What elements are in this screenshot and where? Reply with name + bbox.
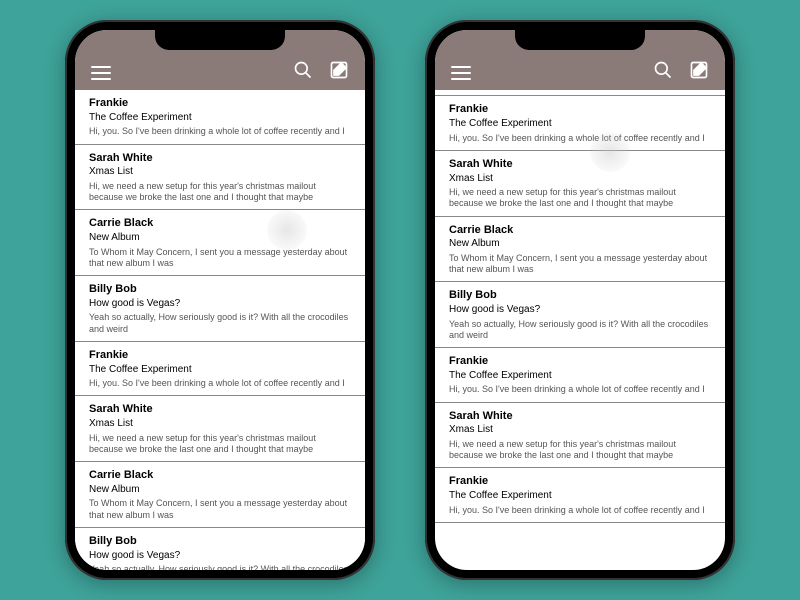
menu-icon[interactable]: [451, 66, 471, 80]
message-sender: Sarah White: [89, 403, 351, 417]
message-sender: Sarah White: [89, 152, 351, 166]
message-subject: The Coffee Experiment: [449, 118, 711, 131]
device-notch: [155, 28, 285, 50]
device-notch: [515, 28, 645, 50]
message-row[interactable]: FrankieThe Coffee ExperimentHi, you. So …: [75, 90, 365, 145]
message-row[interactable]: FrankieThe Coffee Experiment Hi, you. So …: [435, 96, 725, 151]
message-row[interactable]: FrankieThe Coffee ExperimentHi, you. So …: [75, 342, 365, 397]
message-sender: Billy Bob: [449, 289, 711, 303]
message-preview: Hi, you. So I've been drinking a whole l…: [449, 384, 711, 395]
compose-icon[interactable]: [689, 60, 709, 80]
message-sender: Billy Bob: [89, 283, 351, 297]
message-sender: Frankie: [449, 103, 711, 117]
message-row[interactable]: Sarah WhiteXmas List Hi, we need a new se…: [75, 396, 365, 462]
message-row[interactable]: Sarah WhiteXmas ListHi, we need a new se…: [435, 151, 725, 217]
message-row[interactable]: FrankieThe Coffee ExperimentHi, you. So …: [435, 348, 725, 403]
message-row[interactable]: Billy BobHow good is Vegas?Yeah so actua…: [75, 528, 365, 570]
search-icon[interactable]: [653, 60, 673, 80]
phone-right: How seriously good is it? With all the c…: [425, 20, 735, 580]
menu-icon[interactable]: [91, 66, 111, 80]
message-row[interactable]: Sarah WhiteXmas List Hi, we need a new se…: [435, 403, 725, 469]
message-row[interactable]: Billy BobHow good is Vegas? Yeah so actua…: [435, 282, 725, 348]
message-sender: Sarah White: [449, 410, 711, 424]
message-sender: Frankie: [89, 349, 351, 363]
message-sender: Sarah White: [449, 158, 711, 172]
message-preview: Hi, we need a new setup for this year's …: [89, 433, 351, 456]
message-subject: How good is Vegas?: [449, 304, 711, 317]
message-subject: How good is Vegas?: [89, 550, 351, 563]
message-sender: Frankie: [449, 475, 711, 489]
message-sender: Frankie: [89, 97, 351, 111]
message-row[interactable]: Carrie BlackNew Album To Whom it May Conc…: [435, 217, 725, 283]
message-preview: To Whom it May Concern, I sent you a mes…: [89, 247, 351, 270]
header-actions: [653, 60, 709, 80]
message-subject: Xmas List: [449, 173, 711, 186]
message-preview: Hi, you. So I've been drinking a whole l…: [89, 378, 351, 389]
message-preview: Yeah so actually, How seriously good is …: [449, 319, 711, 342]
message-preview: To Whom it May Concern, I sent you a mes…: [449, 253, 711, 276]
message-row[interactable]: Carrie BlackNew AlbumTo Whom it May Conc…: [75, 462, 365, 528]
message-subject: The Coffee Experiment: [449, 490, 711, 503]
message-subject: New Album: [449, 238, 711, 251]
message-preview: Hi, we need a new setup for this year's …: [449, 187, 711, 210]
message-preview: To Whom it May Concern, I sent you a mes…: [89, 498, 351, 521]
message-sender: Carrie Black: [89, 469, 351, 483]
message-preview: Hi, you. So I've been drinking a whole l…: [89, 126, 351, 137]
message-subject: New Album: [89, 484, 351, 497]
message-sender: Frankie: [449, 355, 711, 369]
message-row[interactable]: Carrie BlackNew Album To Whom it May Conc…: [75, 210, 365, 276]
message-subject: New Album: [89, 232, 351, 245]
message-preview: Hi, you. So I've been drinking a whole l…: [449, 505, 711, 516]
message-preview: Yeah so actually, How seriously good is …: [89, 564, 351, 570]
message-sender: Billy Bob: [89, 535, 351, 549]
message-sender: Carrie Black: [89, 217, 351, 231]
message-row[interactable]: Billy BobHow good is Vegas?Yeah so actua…: [75, 276, 365, 342]
message-list[interactable]: How seriously good is it? With all the c…: [435, 90, 725, 570]
phone-left: FrankieThe Coffee ExperimentHi, you. So …: [65, 20, 375, 580]
message-preview: Hi, you. So I've been drinking a whole l…: [449, 133, 711, 144]
message-subject: The Coffee Experiment: [89, 112, 351, 125]
message-subject: Xmas List: [89, 418, 351, 431]
message-preview: Hi, we need a new setup for this year's …: [89, 181, 351, 204]
search-icon[interactable]: [293, 60, 313, 80]
message-subject: The Coffee Experiment: [89, 364, 351, 377]
message-preview: Yeah so actually, How seriously good is …: [89, 312, 351, 335]
message-row[interactable]: Sarah WhiteXmas List Hi, we need a new se…: [75, 145, 365, 211]
screen-right: How seriously good is it? With all the c…: [435, 30, 725, 570]
header-actions: [293, 60, 349, 80]
message-subject: Xmas List: [89, 166, 351, 179]
compose-icon[interactable]: [329, 60, 349, 80]
screen-left: FrankieThe Coffee ExperimentHi, you. So …: [75, 30, 365, 570]
message-subject: Xmas List: [449, 424, 711, 437]
message-subject: How good is Vegas?: [89, 298, 351, 311]
message-subject: The Coffee Experiment: [449, 370, 711, 383]
message-sender: Carrie Black: [449, 224, 711, 238]
message-list[interactable]: FrankieThe Coffee ExperimentHi, you. So …: [75, 90, 365, 570]
message-row[interactable]: FrankieThe Coffee Experiment Hi, you. So …: [435, 468, 725, 523]
message-preview: Hi, we need a new setup for this year's …: [449, 439, 711, 462]
